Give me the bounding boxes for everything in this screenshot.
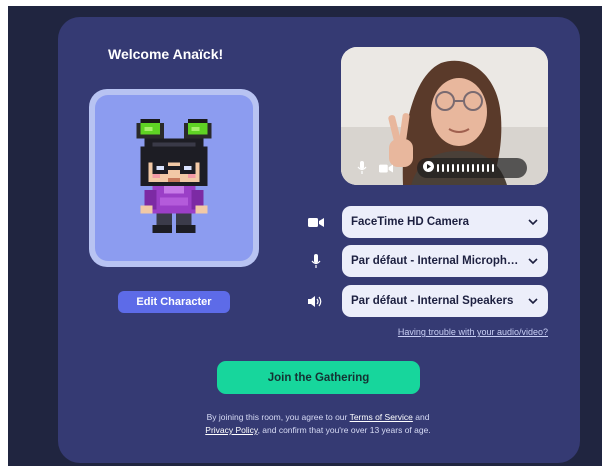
pixel-character <box>136 119 212 234</box>
chevron-down-icon <box>528 219 538 226</box>
legal-and: and <box>412 412 430 422</box>
avatar-frame <box>89 89 259 267</box>
play-icon[interactable] <box>423 159 434 177</box>
edit-character-button[interactable]: Edit Character <box>118 291 230 313</box>
camera-icon <box>307 214 325 230</box>
speaker-select-value: Par défaut - Internal Speakers <box>351 295 514 307</box>
legal-notice: By joining this room, you agree to our T… <box>158 411 478 437</box>
microphone-icon <box>307 253 325 269</box>
privacy-policy-link[interactable]: Privacy Policy <box>205 425 257 435</box>
speaker-select[interactable]: Par défaut - Internal Speakers <box>342 285 548 317</box>
microphone-select[interactable]: Par défaut - Internal Microphone <box>342 245 548 277</box>
microphone-icon[interactable] <box>355 161 369 175</box>
chevron-down-icon <box>528 258 538 265</box>
camera-preview <box>341 47 548 185</box>
avatar-preview <box>95 95 253 261</box>
camera-device-row: FaceTime HD Camera <box>302 206 552 238</box>
microphone-select-value: Par défaut - Internal Microphone <box>351 255 520 267</box>
camera-select[interactable]: FaceTime HD Camera <box>342 206 548 238</box>
legal-prefix: By joining this room, you agree to our <box>206 412 350 422</box>
audio-video-help-link[interactable]: Having trouble with your audio/video? <box>341 327 548 337</box>
legal-suffix: , and confirm that you're over 13 years … <box>257 425 431 435</box>
speaker-device-row: Par défaut - Internal Speakers <box>302 285 552 317</box>
camera-icon[interactable] <box>379 161 393 175</box>
chevron-down-icon <box>528 298 538 305</box>
join-gathering-button[interactable]: Join the Gathering <box>217 361 420 394</box>
audio-level-meter <box>417 158 527 178</box>
video-controls <box>341 151 548 185</box>
join-card: Welcome Anaïck! Edit Character FaceTime … <box>58 17 580 463</box>
terms-of-service-link[interactable]: Terms of Service <box>350 412 413 422</box>
camera-select-value: FaceTime HD Camera <box>351 216 470 228</box>
welcome-title: Welcome Anaïck! <box>108 46 224 62</box>
speaker-icon <box>307 293 325 309</box>
microphone-device-row: Par défaut - Internal Microphone <box>302 245 552 277</box>
